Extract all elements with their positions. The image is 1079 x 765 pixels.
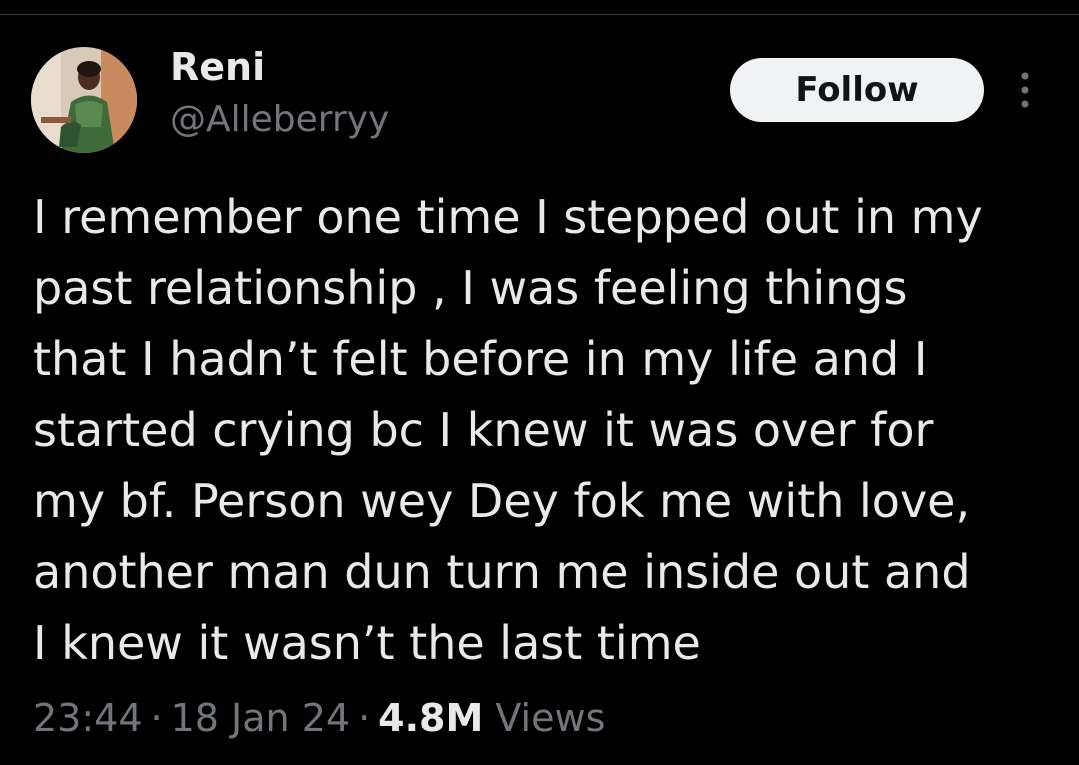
more-vertical-icon — [1021, 72, 1029, 108]
views-label: Views — [495, 696, 606, 740]
user-handle[interactable]: @Alleberryy — [170, 98, 389, 142]
top-divider — [0, 14, 1079, 15]
tweet-date[interactable]: 18 Jan 24 — [171, 696, 350, 740]
display-name[interactable]: Reni — [170, 44, 265, 90]
tweet-metadata: 23:44 · 18 Jan 24 · 4.8M Views — [33, 693, 605, 743]
follow-button[interactable]: Follow — [730, 58, 984, 122]
tweet-time[interactable]: 23:44 — [33, 696, 143, 740]
meta-separator: · — [150, 696, 163, 740]
views-count: 4.8M — [378, 696, 484, 740]
avatar[interactable] — [31, 47, 137, 153]
meta-separator: · — [358, 696, 371, 740]
avatar-photo — [31, 47, 137, 153]
tweet-text: I remember one time I stepped out in my … — [33, 190, 983, 670]
more-options-button[interactable] — [1005, 66, 1045, 114]
